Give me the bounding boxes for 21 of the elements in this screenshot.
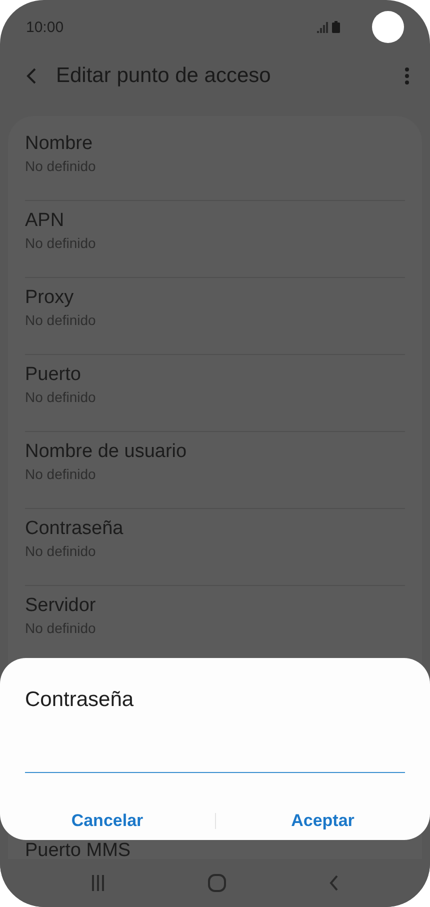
signal-icon <box>317 22 329 32</box>
battery-icon <box>332 21 340 33</box>
camera-hole <box>372 11 404 43</box>
home-icon[interactable] <box>208 874 226 892</box>
dialog-title: Contraseña <box>25 687 135 713</box>
setting-title[interactable]: Contraseña <box>25 517 124 541</box>
back-icon[interactable] <box>328 875 339 891</box>
setting-title[interactable]: Nombre <box>25 132 93 156</box>
more-options-button[interactable] <box>404 67 410 85</box>
setting-title[interactable]: Proxy <box>25 286 74 310</box>
setting-title[interactable]: Nombre de usuario <box>25 440 187 464</box>
cancel-button[interactable]: Cancelar <box>0 805 214 837</box>
recent-apps-icon[interactable] <box>91 875 106 891</box>
screen-title: Editar punto de acceso <box>56 64 272 88</box>
status-time: 10:00 <box>26 18 65 36</box>
back-button[interactable] <box>24 67 38 85</box>
setting-title[interactable]: APN <box>25 209 64 233</box>
accept-button[interactable]: Aceptar <box>216 805 430 837</box>
setting-title[interactable]: Servidor <box>25 594 96 618</box>
setting-title[interactable]: Puerto MMS <box>25 839 131 859</box>
setting-title[interactable]: Puerto <box>25 363 81 387</box>
